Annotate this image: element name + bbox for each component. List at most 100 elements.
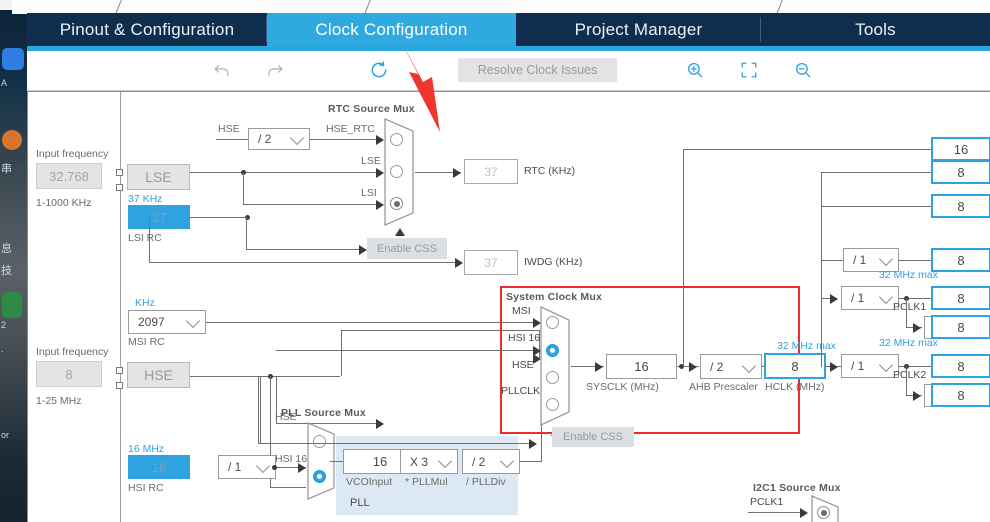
rtc-mux-input-label-lse: LSE [361, 155, 381, 167]
sys-mux-option-pllclk[interactable] [546, 398, 559, 411]
output-value-7: 8 [957, 387, 965, 403]
pll-mux-option-hse[interactable] [313, 435, 326, 448]
hse-rtc-divider-select[interactable]: / 2 [248, 128, 310, 150]
rtc-output-value: 37 [484, 164, 498, 179]
hse-input-frequency-value: 8 [65, 366, 73, 382]
hclk-field: 8 [764, 353, 826, 379]
sys-mux-input-label-hsi16: HSI 16 [508, 332, 541, 344]
clock-tree-canvas[interactable]: Input frequency 32.768 1-1000 KHz LSE 37… [27, 91, 990, 522]
zoom-out-icon[interactable] [790, 58, 816, 82]
output-field-1: 8 [931, 160, 990, 184]
ahb-prescaler-select[interactable]: / 2 [700, 354, 762, 379]
lse-input-frequency-field[interactable]: 32.768 [36, 163, 102, 189]
hsi-divider-select[interactable]: / 1 [218, 455, 276, 479]
tab-pinout-configuration[interactable]: Pinout & Configuration [27, 13, 267, 46]
msi-rc-caption: MSI RC [128, 336, 165, 348]
undo-icon[interactable] [208, 58, 234, 82]
output-value-0: 16 [953, 141, 969, 157]
sysclk-value: 16 [634, 359, 649, 374]
output-value-1: 8 [957, 164, 965, 180]
lsi-rc-field[interactable]: 37 [128, 205, 190, 229]
output-field-5: 8 [931, 315, 990, 339]
pll-vco-input-value: 16 [372, 454, 388, 469]
tab-label: Tools [855, 19, 896, 39]
output-value-2: 8 [957, 198, 965, 214]
hsi-unit-label: 16 MHz [128, 443, 165, 455]
hse-source-label: HSE [144, 367, 173, 383]
hsi-divider-value: / 1 [228, 460, 242, 474]
pll-mux-option-hsi16[interactable] [313, 470, 326, 483]
pll-mux-input-label-hsi: HSI 16 [275, 453, 308, 465]
desktop-icon-board [2, 292, 22, 318]
sys-mux-option-msi[interactable] [546, 316, 559, 329]
hse-input-frequency-caption: Input frequency [36, 346, 109, 358]
window-chrome-strip [12, 0, 990, 14]
output-field-6: 8 [931, 354, 990, 378]
sys-mux-option-hsi16[interactable] [546, 344, 559, 357]
tab-tools[interactable]: Tools [761, 13, 990, 46]
iwdg-output-label: IWDG (KHz) [524, 256, 583, 268]
hsi-rc-caption: HSI RC [128, 482, 164, 494]
hse-input-frequency-field[interactable]: 8 [36, 361, 102, 387]
tab-clock-configuration[interactable]: Clock Configuration [267, 13, 516, 46]
tab-label: Clock Configuration [315, 19, 468, 39]
system-enable-css-button[interactable]: Enable CSS [552, 427, 634, 447]
sys-mux-input-label-pllclk: PLLCLK [501, 385, 541, 397]
resolve-clock-issues-button[interactable]: Resolve Clock Issues [458, 58, 617, 82]
lse-pin-top [116, 169, 123, 176]
pll-mul-caption: * PLLMul [405, 476, 448, 488]
pll-mux-input-label-hse: HSE [275, 411, 297, 423]
refresh-icon[interactable] [366, 58, 392, 82]
pll-vco-input-caption: VCOInput [346, 476, 393, 488]
rtc-mux-option-hse-rtc[interactable] [390, 133, 403, 146]
desktop-icon-browser [2, 48, 24, 70]
i2c1-mux-input-label: PCLK1 [750, 496, 784, 508]
lse-pin-bottom [116, 184, 123, 191]
msi-rc-select[interactable]: 2097 [128, 310, 206, 334]
pll-mul-select[interactable]: X 3 [400, 449, 458, 474]
output-value-3: 8 [957, 252, 965, 268]
sys-mux-option-hse[interactable] [546, 371, 559, 384]
apb2-bus-label: PCLK2 [893, 369, 927, 381]
pll-mul-value: X 3 [410, 454, 429, 469]
rtc-output-label: RTC (KHz) [524, 165, 576, 177]
sys-mux-input-label-msi: MSI [512, 305, 531, 317]
system-clock-mux-title: System Clock Mux [506, 291, 602, 303]
hse-rtc-divider-value: / 2 [258, 132, 272, 146]
apb2-prescaler-select[interactable]: / 1 [841, 354, 899, 378]
output-field-0: 16 [931, 137, 990, 161]
output-field-7: 8 [931, 383, 990, 407]
hse-source-block[interactable]: HSE [127, 362, 190, 388]
i2c1-mux-option-pclk1[interactable] [817, 506, 830, 519]
pll-div-select[interactable]: / 2 [462, 449, 520, 474]
chevron-down-icon [499, 453, 515, 468]
iwdg-output-field: 37 [464, 250, 518, 275]
desktop-text: 2 [1, 320, 7, 330]
redo-icon[interactable] [262, 58, 288, 82]
apb1-bus-label: PCLK1 [893, 301, 927, 313]
apb2-prescaler-value: / 1 [851, 359, 865, 373]
apb1-prescaler-select[interactable]: / 1 [841, 286, 899, 310]
hsi-rc-field[interactable]: 16 [128, 455, 190, 479]
chevron-down-icon [437, 453, 453, 468]
lse-source-block[interactable]: LSE [127, 164, 190, 190]
chevron-down-icon [878, 289, 894, 305]
tab-project-manager[interactable]: Project Manager [516, 13, 761, 46]
desktop-text: 技 [1, 265, 12, 277]
lse-input-frequency-value: 32.768 [49, 168, 89, 184]
apb1-prescaler-value: / 1 [851, 291, 865, 305]
zoom-in-icon[interactable] [682, 58, 708, 82]
sysclk-caption: SYSCLK (MHz) [586, 381, 659, 393]
output-field-2: 8 [931, 194, 990, 218]
fit-to-screen-icon[interactable] [736, 58, 762, 82]
rtc-mux-option-lsi[interactable] [390, 197, 403, 210]
hclk-caption: HCLK (MHz) [765, 381, 825, 393]
chevron-down-icon [878, 357, 894, 373]
output-field-3: 8 [931, 248, 990, 272]
lsi-unit-label: 37 KHz [128, 193, 163, 205]
rtc-enable-css-button[interactable]: Enable CSS [367, 238, 447, 259]
desktop-text: . [1, 344, 4, 354]
msi-rc-value: 2097 [138, 315, 165, 329]
lse-source-label: LSE [145, 169, 172, 185]
rtc-mux-option-lse[interactable] [390, 165, 403, 178]
